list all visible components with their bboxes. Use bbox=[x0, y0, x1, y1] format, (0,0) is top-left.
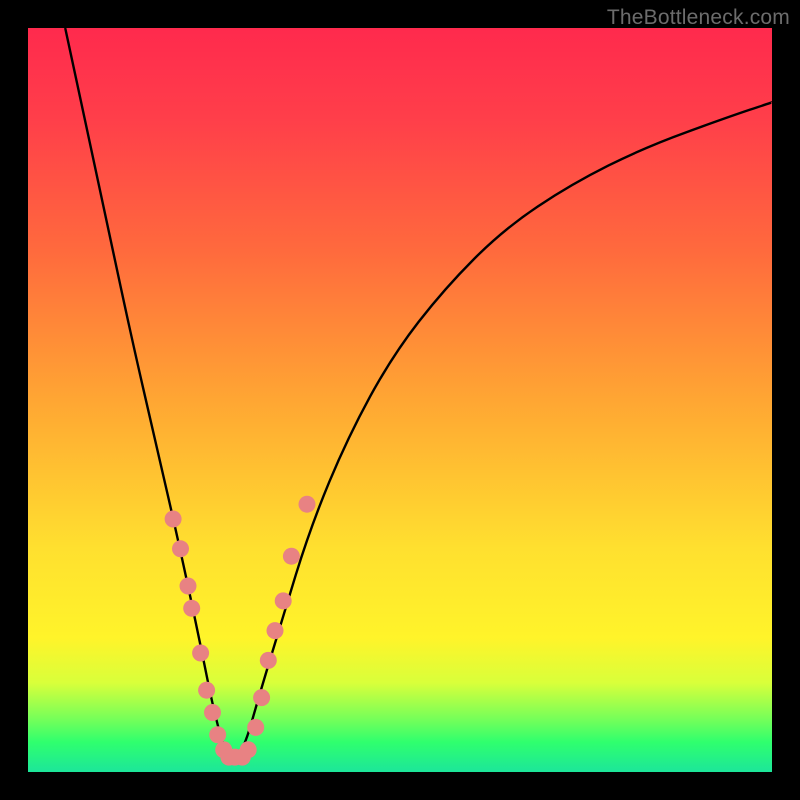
curve-layer bbox=[65, 28, 772, 759]
plot-area bbox=[28, 28, 772, 772]
chart-svg bbox=[28, 28, 772, 772]
scatter-dot bbox=[247, 719, 264, 736]
scatter-dot bbox=[192, 645, 209, 662]
scatter-layer bbox=[165, 496, 316, 766]
chart-frame: TheBottleneck.com bbox=[0, 0, 800, 800]
scatter-dot bbox=[253, 689, 270, 706]
scatter-dot bbox=[165, 511, 182, 528]
scatter-dot bbox=[283, 548, 300, 565]
scatter-dot bbox=[180, 578, 197, 595]
scatter-dot bbox=[172, 540, 189, 557]
scatter-dot bbox=[204, 704, 221, 721]
scatter-dot bbox=[267, 622, 284, 639]
watermark-text: TheBottleneck.com bbox=[607, 6, 790, 30]
scatter-dot bbox=[183, 600, 200, 617]
scatter-dot bbox=[240, 741, 257, 758]
scatter-dot bbox=[299, 496, 316, 513]
scatter-dot bbox=[209, 726, 226, 743]
scatter-dot bbox=[275, 592, 292, 609]
scatter-dot bbox=[198, 682, 215, 699]
bottleneck-curve bbox=[65, 28, 772, 759]
scatter-dot bbox=[260, 652, 277, 669]
